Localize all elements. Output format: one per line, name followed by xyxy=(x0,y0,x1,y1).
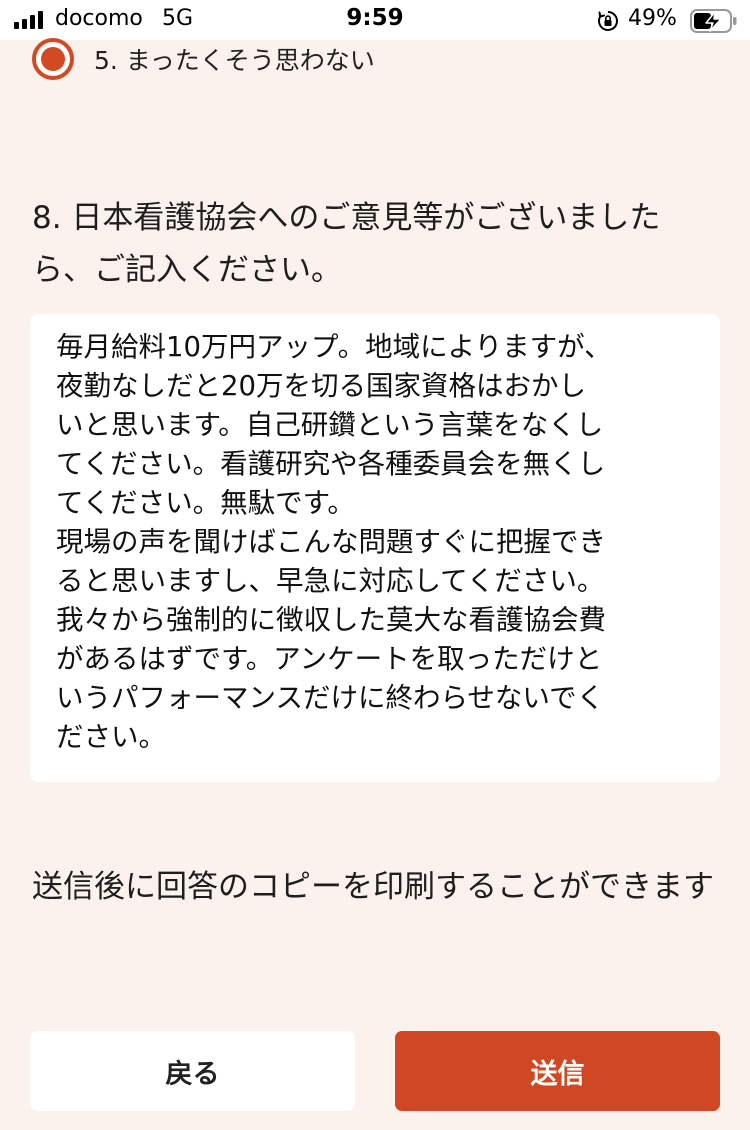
battery-charging-icon xyxy=(690,9,737,33)
radio-option-5[interactable]: 5. まったくそう思わない xyxy=(32,38,375,80)
radio-option-label: 5. まったくそう思わない xyxy=(94,46,375,75)
signal-icon xyxy=(14,11,43,29)
submit-button[interactable]: 送信 xyxy=(395,1031,720,1111)
carrier-name: docomo xyxy=(55,6,143,31)
opinion-textarea[interactable]: 毎月給料10万円アップ。地域によりますが、 夜勤なしだと20万を切る国家資格はお… xyxy=(30,314,720,782)
orientation-lock-icon xyxy=(598,11,618,31)
status-bar: docomo 5G 9:59 49% xyxy=(0,0,750,40)
question-8-label: 8. 日本看護協会へのご意見等がございましたら、ご記入ください。 xyxy=(32,200,661,288)
battery-percent: 49% xyxy=(628,6,677,31)
radio-button-selected[interactable] xyxy=(32,38,74,80)
network-type: 5G xyxy=(162,6,194,31)
status-time: 9:59 xyxy=(346,5,404,31)
back-button[interactable]: 戻る xyxy=(30,1031,355,1111)
print-copy-note: 送信後に回答のコピーを印刷することができます xyxy=(32,869,714,905)
radio-dot-icon xyxy=(41,47,65,71)
